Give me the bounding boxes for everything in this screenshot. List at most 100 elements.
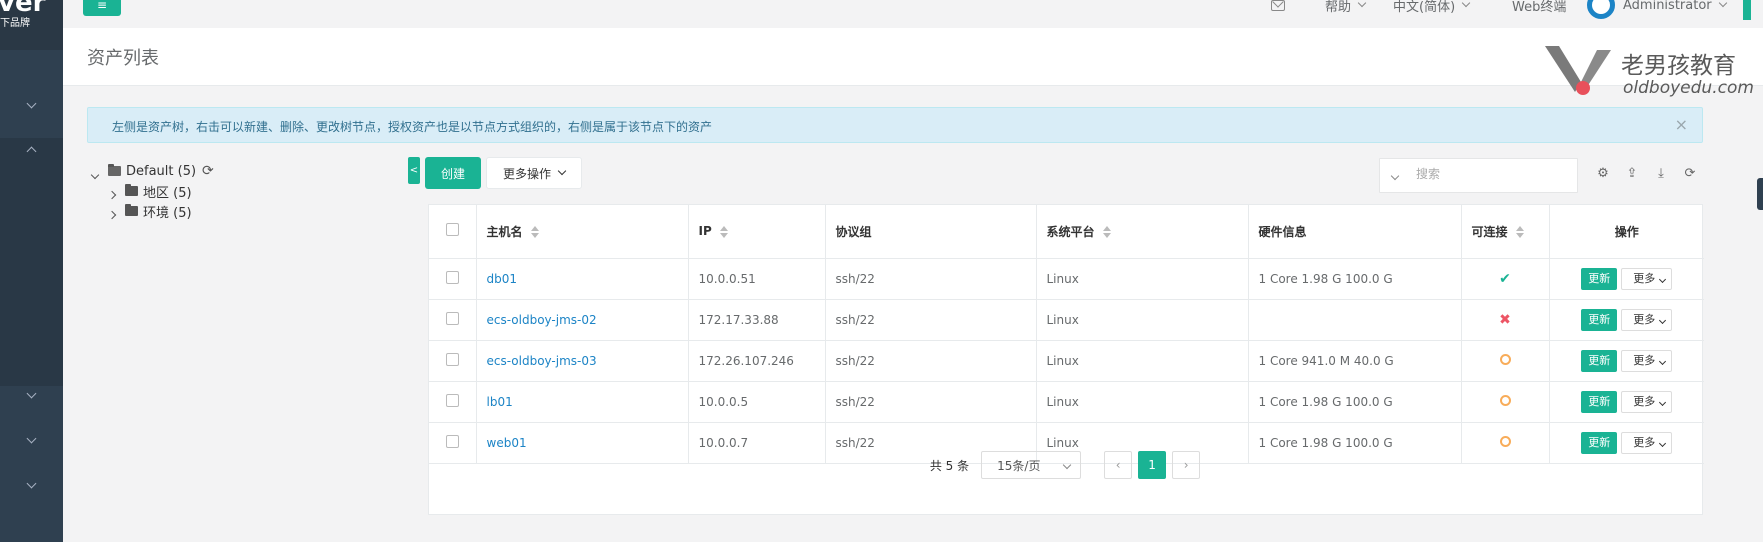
chevron-down-icon xyxy=(1659,398,1667,406)
row-more-button[interactable]: 更多 xyxy=(1621,390,1673,413)
table-row[interactable]: ecs-oldboy-jms-03 172.26.107.246 ssh/22 … xyxy=(429,340,1704,382)
tree-node-label: 环境 (5) xyxy=(143,205,192,221)
row-select-cell xyxy=(429,381,477,423)
column-header-connectivity[interactable]: 可连接 xyxy=(1461,205,1550,259)
select-all-checkbox[interactable] xyxy=(445,223,459,237)
brand-logo[interactable]: ver 下品牌 xyxy=(0,0,63,50)
sidebar-item-4[interactable] xyxy=(0,417,63,463)
row-more-button[interactable]: 更多 xyxy=(1621,267,1673,290)
column-header-protocol: 协议组 xyxy=(825,205,1037,259)
status-failed-icon: ✖ xyxy=(1499,311,1511,328)
web-terminal-link[interactable]: Web终端 xyxy=(1512,0,1566,15)
update-button[interactable]: 更新 xyxy=(1581,390,1618,413)
tree-node-environment[interactable]: 环境 (5) xyxy=(92,201,392,221)
platform-cell: Linux xyxy=(1036,258,1249,300)
download-icon[interactable]: ⤓ xyxy=(1653,165,1669,181)
chevron-down-icon xyxy=(1659,439,1667,447)
folder-icon xyxy=(125,184,138,196)
chevron-down-icon xyxy=(26,388,37,398)
protocol-cell: ssh/22 xyxy=(825,381,1037,423)
collapse-tree-button[interactable]: < xyxy=(408,157,420,184)
update-button[interactable]: 更新 xyxy=(1581,308,1618,331)
page-size-label: 15条/页 xyxy=(997,458,1041,473)
page-button-current[interactable]: 1 xyxy=(1138,451,1167,479)
table-tools: ⚙ ⇪ ⤓ ⟳ xyxy=(1595,165,1698,181)
sort-icon xyxy=(1515,226,1524,239)
upload-icon[interactable]: ⇪ xyxy=(1624,165,1640,181)
sidebar-item-5[interactable] xyxy=(0,462,63,508)
watermark-v-icon xyxy=(1545,46,1611,95)
settings-icon[interactable]: ⚙ xyxy=(1595,165,1611,181)
connectivity-cell: ✔ xyxy=(1461,258,1550,300)
row-checkbox[interactable] xyxy=(445,352,459,366)
column-header-platform[interactable]: 系统平台 xyxy=(1036,205,1249,259)
row-checkbox[interactable] xyxy=(445,434,459,448)
table-row[interactable]: ecs-oldboy-jms-02 172.17.33.88 ssh/22 Li… xyxy=(429,299,1704,341)
chevron-down-icon xyxy=(26,478,37,488)
protocol-cell: ssh/22 xyxy=(825,299,1037,341)
status-ok-icon: ✔ xyxy=(1499,270,1511,287)
asset-tree: Default (5) ⟳ 地区 (5) 环境 (5) xyxy=(90,161,392,221)
ip-cell: 10.0.0.5 xyxy=(688,381,826,423)
update-button[interactable]: 更新 xyxy=(1581,349,1618,372)
more-actions-button[interactable]: 更多操作 xyxy=(486,157,582,189)
column-header-ip[interactable]: IP xyxy=(688,205,826,259)
row-checkbox[interactable] xyxy=(445,311,459,325)
tree-expand-toggle[interactable] xyxy=(90,167,100,180)
tree-expand-toggle[interactable] xyxy=(107,207,117,220)
row-checkbox[interactable] xyxy=(445,393,459,407)
hardware-cell: 1 Core 1.98 G 100.0 G xyxy=(1248,381,1462,423)
row-checkbox[interactable] xyxy=(445,270,459,284)
hostname-cell: ecs-oldboy-jms-02 xyxy=(476,299,689,341)
update-button[interactable]: 更新 xyxy=(1581,267,1618,290)
logo-subtext: 下品牌 xyxy=(0,18,30,29)
hostname-link[interactable]: ecs-oldboy-jms-02 xyxy=(487,313,597,327)
search-input[interactable] xyxy=(1416,167,1566,181)
mail-icon xyxy=(1271,0,1285,11)
watermark-cn: 老男孩教育 xyxy=(1621,53,1736,79)
platform-cell: Linux xyxy=(1036,340,1249,382)
help-menu[interactable]: 帮助 xyxy=(1325,0,1367,15)
refresh-icon[interactable]: ⟳ xyxy=(1682,165,1698,181)
user-menu[interactable]: Administrator xyxy=(1587,0,1727,20)
edge-handle[interactable] xyxy=(1757,178,1763,210)
next-page-button[interactable]: › xyxy=(1172,451,1201,479)
tree-node-region[interactable]: 地区 (5) xyxy=(92,181,392,201)
sidebar-item-1[interactable] xyxy=(0,82,63,128)
column-header-hardware: 硬件信息 xyxy=(1248,205,1462,259)
column-header-hostname[interactable]: 主机名 xyxy=(476,205,689,259)
create-button[interactable]: 创建 xyxy=(425,157,481,189)
prev-page-button[interactable]: ‹ xyxy=(1104,451,1133,479)
hostname-link[interactable]: ecs-oldboy-jms-03 xyxy=(487,354,597,368)
chevron-down-icon[interactable] xyxy=(1390,171,1400,181)
chevron-down-icon xyxy=(1718,0,1727,7)
tree-node-label: Default (5) xyxy=(126,163,197,179)
protocol-cell: ssh/22 xyxy=(825,258,1037,300)
language-menu[interactable]: 中文(简体) xyxy=(1393,0,1471,15)
tree-expand-toggle[interactable] xyxy=(107,187,117,200)
hostname-cell: db01 xyxy=(476,258,689,300)
actions-cell: 更新 更多 xyxy=(1549,340,1704,382)
hostname-link[interactable]: db01 xyxy=(487,272,518,286)
tree-node-root[interactable]: Default (5) ⟳ xyxy=(90,161,392,181)
hardware-cell: 1 Core 941.0 M 40.0 G xyxy=(1248,340,1462,382)
menu-toggle-button[interactable]: ≡ xyxy=(83,0,121,16)
connectivity-cell xyxy=(1461,340,1550,382)
refresh-icon[interactable]: ⟳ xyxy=(202,163,214,179)
close-icon[interactable]: × xyxy=(1675,115,1688,134)
protocol-cell: ssh/22 xyxy=(825,340,1037,382)
row-more-button[interactable]: 更多 xyxy=(1621,349,1673,372)
mail-button[interactable] xyxy=(1271,0,1285,14)
hostname-link[interactable]: web01 xyxy=(487,436,527,450)
table-row[interactable]: db01 10.0.0.51 ssh/22 Linux 1 Core 1.98 … xyxy=(429,258,1704,300)
sort-icon xyxy=(719,225,728,238)
tree-node-label: 地区 (5) xyxy=(143,185,192,201)
sidebar-item-3[interactable] xyxy=(0,372,63,418)
hostname-link[interactable]: lb01 xyxy=(487,395,513,409)
row-more-button[interactable]: 更多 xyxy=(1621,308,1673,331)
platform-cell: Linux xyxy=(1036,381,1249,423)
table-row[interactable]: lb01 10.0.0.5 ssh/22 Linux 1 Core 1.98 G… xyxy=(429,381,1704,423)
search-box[interactable] xyxy=(1379,158,1578,193)
sidebar-item-assets[interactable] xyxy=(0,126,63,172)
page-size-select[interactable]: 15条/页 xyxy=(981,451,1082,479)
